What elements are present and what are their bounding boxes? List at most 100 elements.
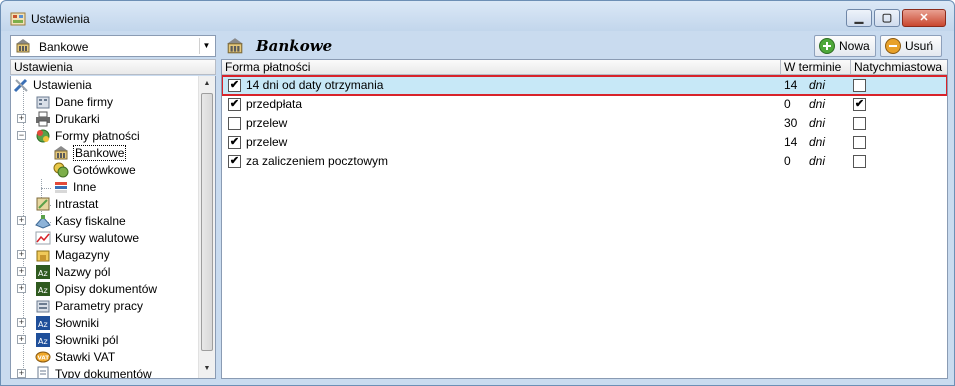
column-header-name[interactable]: Forma płatności <box>222 60 781 75</box>
immediate-checkbox[interactable] <box>853 117 866 130</box>
tree-item-stawki-vat[interactable]: VAT Stawki VAT <box>35 348 115 365</box>
tree-item-label: Kursy walutowe <box>55 230 140 245</box>
maximize-button[interactable]: ▢ <box>874 9 900 27</box>
tree-item-kasy-fiskalne[interactable]: + Kasy fiskalne <box>17 212 126 229</box>
tree-item-label: Ustawienia <box>33 77 92 92</box>
svg-text:Az: Az <box>38 320 48 329</box>
term-days: 14 <box>784 78 798 92</box>
expand-icon[interactable]: + <box>17 267 26 276</box>
immediate-checkbox[interactable] <box>853 79 866 92</box>
tree-item-drukarki[interactable]: + Drukarki <box>17 110 100 127</box>
tree-item-gotowkowe[interactable]: Gotówkowe <box>53 161 136 178</box>
settings-app-icon <box>10 12 26 26</box>
row-enabled-checkbox[interactable] <box>228 117 241 130</box>
row-enabled-checkbox[interactable]: ✔ <box>228 136 241 149</box>
tree-item-slowniki-pol[interactable]: + Az Słowniki pól <box>17 331 118 348</box>
tree-item-label: Słowniki <box>55 315 100 330</box>
immediate-checkbox[interactable] <box>853 136 866 149</box>
tree-item-parametry-pracy[interactable]: Parametry pracy <box>35 297 143 314</box>
payment-form-name: 14 dni od daty otrzymania <box>246 78 384 92</box>
tree-item-label: Stawki VAT <box>55 349 116 364</box>
term-days: 0 <box>784 154 791 168</box>
immediate-checkbox[interactable] <box>853 155 866 168</box>
payment-form-name: przedpłata <box>246 97 303 111</box>
expand-icon[interactable]: + <box>17 250 26 259</box>
table-row[interactable]: ✔ za zaliczeniem pocztowym 0 dni <box>222 152 947 171</box>
table-row[interactable]: ✔ przedpłata 0 dni ✔ <box>222 95 947 114</box>
category-combo[interactable]: Bankowe ▼ <box>10 35 216 57</box>
tree-item-inne[interactable]: Inne <box>53 178 96 195</box>
term-unit: dni <box>809 154 826 168</box>
table-row[interactable]: ✔ 14 dni od daty otrzymania 14 dni <box>222 75 947 96</box>
tree-item-label: Typy dokumentów <box>55 366 152 379</box>
warehouse-icon <box>36 250 50 261</box>
settings-tree: Ustawienia Dane firmy + Drukarki − Formy… <box>10 76 216 379</box>
title-bar: Ustawienia ▁ ▢ ✕ <box>1 1 954 31</box>
tree-scrollbar[interactable]: ▲ ▼ <box>198 76 215 378</box>
tree-item-dane-firmy[interactable]: Dane firmy <box>35 93 113 110</box>
expand-icon[interactable]: + <box>17 114 26 123</box>
company-icon <box>36 96 50 108</box>
maximize-icon: ▢ <box>881 12 893 24</box>
minus-icon <box>885 38 901 54</box>
term-unit: dni <box>809 97 826 111</box>
scroll-down-icon[interactable]: ▼ <box>199 361 215 377</box>
tree-item-typy-dokumentow[interactable]: + Typy dokumentów <box>17 365 152 379</box>
tree-item-label: Formy płatności <box>55 128 140 143</box>
scrollbar-thumb[interactable] <box>201 93 213 351</box>
grid-header: Forma płatności W terminie Natychmiastow… <box>222 60 947 75</box>
delete-button[interactable]: Usuń <box>880 35 942 57</box>
scroll-up-icon[interactable]: ▲ <box>199 76 215 92</box>
tree-item-slowniki[interactable]: + Az Słowniki <box>17 314 100 331</box>
table-row[interactable]: przelew 30 dni <box>222 114 947 133</box>
tree-item-opisy-dokumentow[interactable]: + Az Opisy dokumentów <box>17 280 157 297</box>
tree-item-label: Nazwy pól <box>55 264 111 279</box>
tree-item-formy-platnosci[interactable]: − Formy płatności <box>17 127 140 144</box>
tree-item-magazyny[interactable]: + Magazyny <box>17 246 110 263</box>
tree-item-intrastat[interactable]: Intrastat <box>35 195 98 212</box>
svg-text:VAT: VAT <box>38 355 50 361</box>
cash-register-icon <box>35 214 51 229</box>
tree-item-kursy-walutowe[interactable]: Kursy walutowe <box>35 229 139 246</box>
az-blue-icon: Az <box>36 332 50 347</box>
chart-icon <box>35 231 51 244</box>
category-combo-value: Bankowe <box>39 40 89 54</box>
tree-item-label: Bankowe <box>73 144 127 161</box>
payment-forms-panel: Bankowe Nowa Usuń Forma płatności W term… <box>221 35 948 379</box>
expand-icon[interactable]: + <box>17 318 26 327</box>
new-button-label: Nowa <box>839 39 870 53</box>
expand-icon[interactable]: + <box>17 369 26 378</box>
tree-item-nazwy-pol[interactable]: + Az Nazwy pól <box>17 263 111 280</box>
expand-icon[interactable]: + <box>17 216 26 225</box>
payment-form-name: przelew <box>246 135 288 149</box>
tree-item-ustawienia[interactable]: Ustawienia <box>13 76 92 93</box>
term-unit: dni <box>809 78 826 92</box>
bank-icon <box>54 145 68 159</box>
close-button[interactable]: ✕ <box>902 9 946 27</box>
printer-icon <box>36 111 50 126</box>
tools-icon <box>13 78 28 92</box>
term-unit: dni <box>809 135 826 149</box>
tree-item-label: Intrastat <box>55 196 99 211</box>
new-button[interactable]: Nowa <box>814 35 876 57</box>
az-icon: Az <box>36 281 50 296</box>
svg-text:Az: Az <box>38 286 48 295</box>
expand-icon[interactable]: + <box>17 335 26 344</box>
az-icon: Az <box>36 264 50 279</box>
expand-icon[interactable]: + <box>17 284 26 293</box>
immediate-checkbox[interactable]: ✔ <box>853 98 866 111</box>
panel-header: Bankowe Nowa Usuń <box>221 35 948 57</box>
column-header-term[interactable]: W terminie <box>781 60 851 75</box>
tree-item-bankowe[interactable]: Bankowe <box>53 144 127 161</box>
chevron-down-icon[interactable]: ▼ <box>199 38 213 54</box>
row-enabled-checkbox[interactable]: ✔ <box>228 155 241 168</box>
close-icon: ✕ <box>919 12 929 24</box>
table-row[interactable]: ✔ przelew 14 dni <box>222 133 947 152</box>
row-enabled-checkbox[interactable]: ✔ <box>228 79 241 92</box>
minimize-button[interactable]: ▁ <box>846 9 872 27</box>
row-enabled-checkbox[interactable]: ✔ <box>228 98 241 111</box>
az-blue-icon: Az <box>36 315 50 330</box>
term-days: 0 <box>784 97 791 111</box>
collapse-icon[interactable]: − <box>17 131 26 140</box>
column-header-immediate[interactable]: Natychmiastowa <box>851 60 942 75</box>
